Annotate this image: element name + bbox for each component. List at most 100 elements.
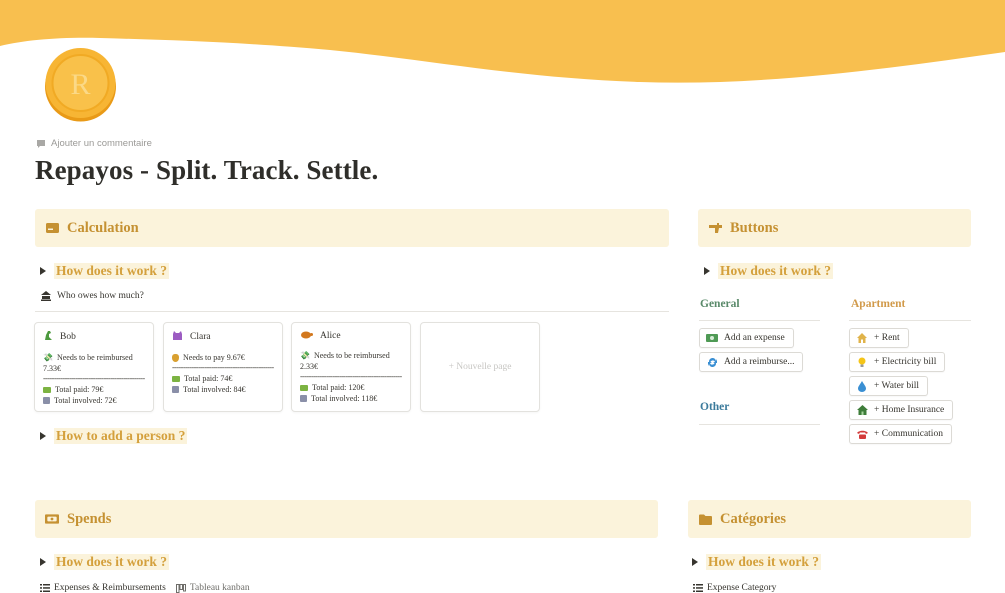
comment-icon (37, 139, 45, 148)
spends-title: Spends (67, 510, 112, 527)
pointing-hand-icon (708, 221, 722, 235)
toggle-arrow-icon (692, 558, 698, 566)
view-tab-expenses[interactable]: Expenses & Reimbursements (40, 583, 166, 593)
svg-text:R: R (70, 68, 90, 101)
phone-icon (856, 428, 868, 440)
person-status: Needs to be reimbursed (313, 351, 390, 360)
total-involved: Total involved: 72€ (54, 396, 117, 405)
cat-icon (172, 330, 183, 344)
abacus-icon (172, 386, 179, 393)
add-comment-button[interactable]: Ajouter un commentaire (36, 138, 152, 149)
bulb-icon (856, 356, 868, 368)
water-bill-button[interactable]: + Water bill (849, 376, 929, 396)
person-name: Clara (190, 332, 211, 342)
spends-callout: Spends (35, 500, 658, 538)
card-separator: ----------------------------------------… (43, 374, 145, 383)
total-involved: Total involved: 84€ (183, 385, 246, 394)
new-page-card[interactable]: + Nouvelle page (420, 322, 540, 412)
abacus-icon (300, 395, 307, 402)
home-icon (856, 404, 868, 416)
folder-icon (698, 512, 712, 526)
toggle-arrow-icon (704, 267, 710, 275)
categories-views: Expense Category (693, 583, 776, 593)
total-involved: Total involved: 118€ (311, 394, 378, 403)
communication-button[interactable]: + Communication (849, 424, 952, 444)
view-tab-expense-category[interactable]: Expense Category (693, 583, 776, 593)
divider (699, 320, 820, 321)
bank-icon (41, 291, 51, 301)
divider (35, 311, 669, 312)
turtle-icon (300, 330, 313, 342)
droplet-icon (856, 380, 868, 392)
spends-views: Expenses & Reimbursements Tableau kanban (40, 583, 250, 593)
refresh-icon (706, 356, 718, 368)
spends-how-label: How does it work ? (54, 554, 169, 570)
categories-callout: Catégories (688, 500, 971, 538)
calc-how-label: How does it work ? (54, 263, 169, 279)
money-icon: 💸 (300, 351, 310, 360)
rent-label: + Rent (874, 333, 900, 343)
house-icon (856, 332, 868, 344)
add-person-toggle[interactable]: How to add a person ? (40, 428, 188, 444)
view-tab-kanban[interactable]: Tableau kanban (175, 583, 250, 593)
person-amount: 2.33€ (300, 362, 318, 371)
calc-how-toggle[interactable]: How does it work ? (40, 263, 169, 279)
home-insurance-label: + Home Insurance (874, 405, 945, 415)
money-icon (706, 332, 718, 344)
toggle-arrow-icon (40, 432, 46, 440)
electricity-bill-label: + Electricity bill (874, 357, 937, 367)
spends-how-toggle[interactable]: How does it work ? (40, 554, 169, 570)
person-card-alice[interactable]: Alice 💸 Needs to be reimbursed 2.33€ ----… (291, 322, 411, 412)
categories-how-label: How does it work ? (706, 554, 821, 570)
person-status: Needs to pay 9.67€ (183, 353, 245, 362)
view-label: Expenses & Reimbursements (54, 583, 166, 593)
buttons-how-label: How does it work ? (718, 263, 833, 279)
divider (699, 424, 820, 425)
cash-icon (172, 375, 180, 382)
home-insurance-button[interactable]: + Home Insurance (849, 400, 954, 420)
who-owes-link[interactable]: Who owes how much? (41, 291, 144, 301)
coin-logo-icon: R (45, 48, 116, 122)
general-heading: General (700, 298, 740, 310)
money-icon: 💸 (43, 353, 53, 362)
calculation-title: Calculation (67, 219, 139, 236)
dinosaur-icon (43, 330, 53, 344)
toggle-arrow-icon (40, 267, 46, 275)
view-label: Expense Category (707, 583, 777, 593)
cover-banner (0, 0, 1005, 83)
person-name: Alice (320, 331, 341, 341)
electricity-bill-button[interactable]: + Electricity bill (849, 352, 946, 372)
board-icon (175, 583, 186, 593)
person-card-clara[interactable]: Clara Needs to pay 9.67€ ---------------… (163, 322, 283, 412)
cash-icon (43, 386, 51, 393)
apartment-heading: Apartment (851, 298, 906, 310)
add-person-label: How to add a person ? (54, 428, 188, 444)
money-bag-icon (172, 353, 179, 362)
add-expense-button[interactable]: Add an expense (699, 328, 794, 348)
water-bill-label: + Water bill (874, 381, 920, 391)
view-label: Tableau kanban (189, 583, 250, 593)
buttons-title: Buttons (730, 219, 779, 236)
add-expense-label: Add an expense (724, 333, 785, 343)
person-card-bob[interactable]: Bob 💸 Needs to be reimbursed 7.33€ ------… (34, 322, 154, 412)
divider (849, 320, 971, 321)
calculation-callout: Calculation (35, 209, 669, 247)
buttons-callout: Buttons (698, 209, 971, 247)
buttons-how-toggle[interactable]: How does it work ? (704, 263, 833, 279)
new-page-label: + Nouvelle page (448, 362, 512, 372)
communication-label: + Communication (874, 429, 943, 439)
total-paid: Total paid: 120€ (312, 383, 365, 392)
person-amount: 7.33€ (43, 364, 61, 373)
list-icon (693, 584, 703, 592)
abacus-icon (43, 397, 50, 404)
categories-how-toggle[interactable]: How does it work ? (692, 554, 821, 570)
person-name: Bob (60, 332, 76, 342)
cash-icon (300, 384, 308, 391)
rent-button[interactable]: + Rent (849, 328, 909, 348)
total-paid: Total paid: 74€ (184, 374, 233, 383)
add-reimburse-button[interactable]: Add a reimburse... (699, 352, 804, 372)
page-title: Repayos - Split. Track. Settle. (35, 155, 379, 185)
list-icon (40, 584, 50, 592)
add-comment-label: Ajouter un commentaire (51, 138, 152, 149)
toggle-arrow-icon (40, 558, 46, 566)
